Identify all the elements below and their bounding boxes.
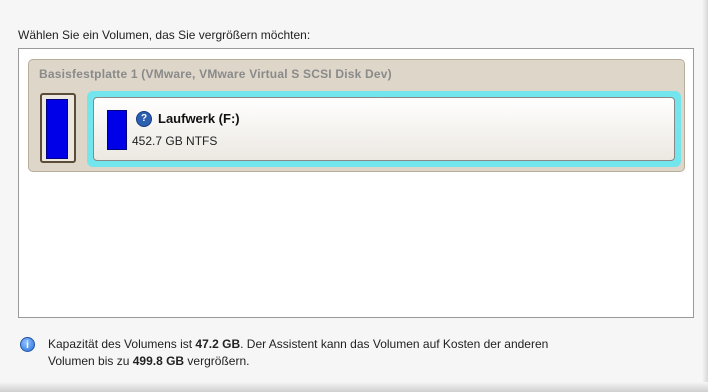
volume-name: Laufwerk (F:) xyxy=(158,111,240,126)
disk-title: Basisfestplatte 1 (VMware, VMware Virtua… xyxy=(39,67,392,81)
window-edge-bottom xyxy=(0,382,708,392)
max-size-value: 499.8 GB xyxy=(132,354,185,368)
info-icon: i xyxy=(20,337,35,352)
info-text-part2: . Der Assistent kann das Volumen auf Kos… xyxy=(240,337,549,351)
volume-usage-bar xyxy=(107,110,127,150)
volume-list-panel: Basisfestplatte 1 (VMware, VMware Virtua… xyxy=(18,48,694,318)
help-icon: ? xyxy=(136,111,152,127)
disk-group: Basisfestplatte 1 (VMware, VMware Virtua… xyxy=(28,59,685,172)
volume-info: 452.7 GB NTFS xyxy=(132,134,218,148)
info-text: Kapazität des Volumens ist 47.2 GB. Der … xyxy=(48,336,668,370)
info-text-part4: vergrößern. xyxy=(184,354,250,368)
info-text-part3: Volumen bis zu xyxy=(48,354,133,368)
volume-item-f[interactable]: ? Laufwerk (F:) 452.7 GB NTFS xyxy=(87,91,681,167)
info-text-part1: Kapazität des Volumens ist xyxy=(48,337,196,351)
capacity-value: 47.2 GB xyxy=(195,337,241,351)
window-edge-right xyxy=(702,0,708,392)
volume-card[interactable]: ? Laufwerk (F:) 452.7 GB NTFS xyxy=(93,97,675,161)
disk-icon xyxy=(40,93,76,163)
disk-usage-bar xyxy=(46,99,68,159)
prompt-label: Wählen Sie ein Volumen, das Sie vergröße… xyxy=(18,28,311,42)
wizard-page: Wählen Sie ein Volumen, das Sie vergröße… xyxy=(0,0,708,392)
